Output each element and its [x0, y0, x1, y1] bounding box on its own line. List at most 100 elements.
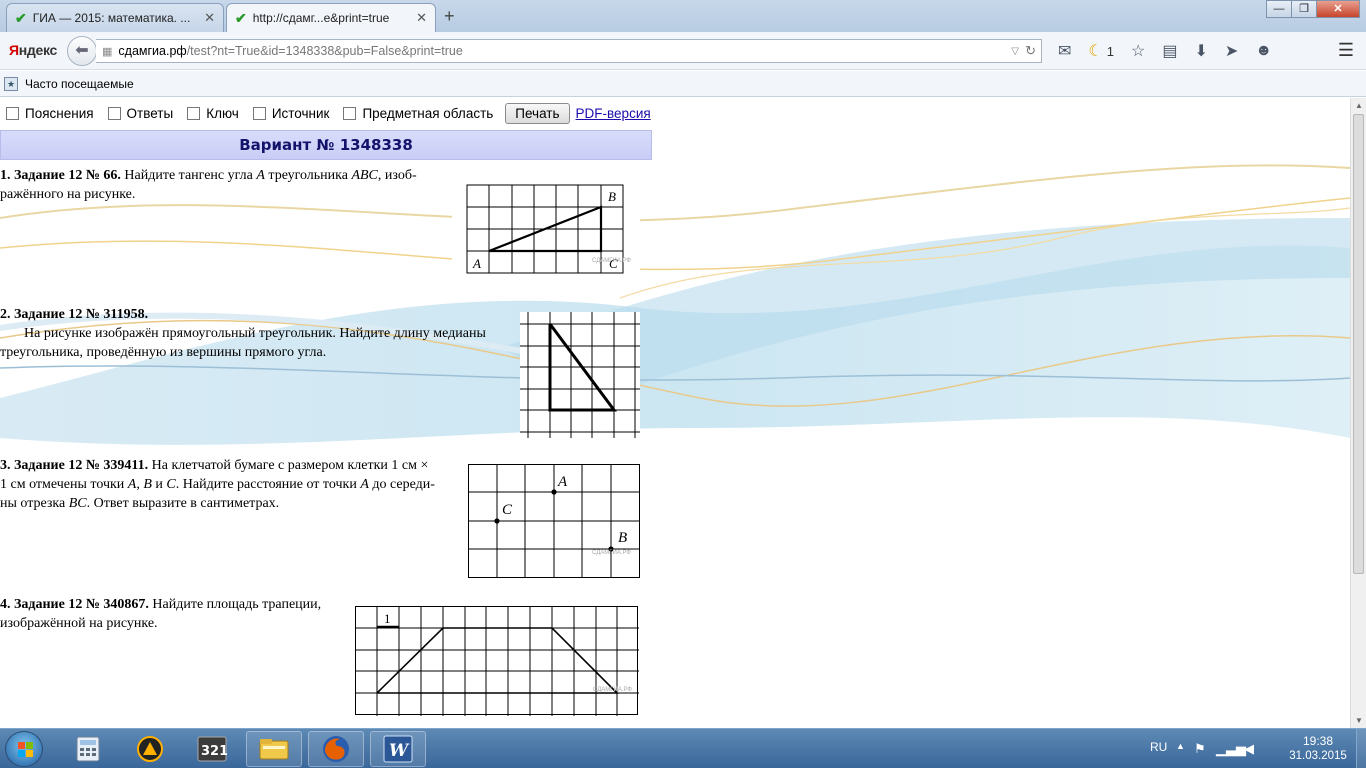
task-3-text: до середи- — [368, 477, 435, 492]
label-key: Ключ — [206, 106, 239, 121]
reload-icon[interactable]: ↻ — [1025, 43, 1036, 59]
tab-sdamgia-print[interactable]: ✔ http://сдамг...e&print=true ✕ — [226, 3, 436, 32]
check-icon: ✔ — [15, 9, 27, 26]
explorer-app-icon[interactable] — [246, 731, 302, 767]
minimize-button[interactable]: — — [1266, 0, 1292, 18]
address-bar[interactable]: ▦ сдамгиа.рф/test?nt=True&id=1348338&pub… — [96, 39, 1042, 63]
task-3-italic: B — [143, 477, 152, 492]
tab-bar: ✔ ГИА — 2015: математика. ... ✕ ✔ http:/… — [0, 0, 1366, 32]
tab-title: ГИА — 2015: математика. ... — [32, 11, 191, 25]
restore-button[interactable]: ❐ — [1291, 0, 1317, 18]
new-tab-button[interactable]: + — [444, 6, 455, 27]
task-2-text: На рисунке изображён прямоугольный треуг… — [24, 326, 486, 341]
bookmarks-list-icon[interactable]: ▤ — [1162, 41, 1177, 61]
menu-icon[interactable]: ☰ — [1338, 40, 1354, 61]
label-source: Источник — [271, 106, 330, 121]
vertex-label-a: A — [472, 256, 481, 271]
volume-icon[interactable]: ◀ — [1244, 741, 1254, 757]
task-4-figure: 1 СДАМГИА.РФ — [355, 606, 639, 716]
task-3-text: 1 см отмечены точки — [0, 477, 128, 492]
bookmark-folder-icon: ★ — [4, 76, 18, 91]
task-1-text: Найдите тангенс угла — [120, 168, 257, 183]
close-tab-icon[interactable]: ✕ — [204, 10, 215, 26]
svg-text:321: 321 — [201, 744, 227, 759]
start-button[interactable] — [5, 731, 43, 767]
label-explanations: Пояснения — [25, 106, 94, 121]
downloads-icon[interactable]: ⬇ — [1194, 41, 1207, 61]
vertical-scrollbar[interactable]: ▲ ▼ — [1350, 98, 1366, 728]
task-3-italic: C — [166, 477, 176, 492]
checkbox-subject-area[interactable] — [343, 107, 357, 120]
bookmark-most-visited[interactable]: Часто посещаемые — [25, 77, 134, 91]
url-domain: сдамгиа.рф — [118, 44, 187, 58]
yandex-logo[interactable]: Яндекс — [9, 42, 57, 58]
bookmarks-bar: ★ Часто посещаемые — [0, 71, 1366, 97]
watermark: СДАМГИА.РФ — [593, 687, 632, 693]
page-viewport: Пояснения Ответы Ключ Источник Предметна… — [0, 98, 1350, 728]
task-1-text: ражённого на рисунке. — [0, 187, 136, 202]
tab-gia-2015[interactable]: ✔ ГИА — 2015: математика. ... ✕ — [6, 3, 224, 32]
task-4-header: 4. Задание 12 № 340867. — [0, 597, 149, 612]
task-3-text: . Найдите расстояние от точки — [175, 477, 361, 492]
checkbox-answers[interactable] — [107, 107, 121, 120]
media-player-classic-icon[interactable]: 321 — [184, 731, 240, 767]
show-hidden-icons-icon[interactable]: ▲ — [1176, 741, 1185, 751]
clock-date[interactable]: 31.03.2015 — [1278, 750, 1358, 762]
task-3-text: и — [151, 477, 167, 492]
task-3-figure: A C B СДАМГИА.РФ — [468, 464, 640, 578]
task-3-header: 3. Задание 12 № 339411. — [0, 458, 149, 473]
vertex-label-b: B — [608, 189, 616, 204]
point-label-a: A — [557, 474, 568, 490]
show-desktop-button[interactable] — [1356, 729, 1366, 768]
language-indicator[interactable]: RU — [1150, 740, 1167, 754]
site-identity-icon[interactable]: ▦ — [102, 45, 112, 58]
smiley-icon[interactable]: ☻ — [1255, 42, 1272, 60]
task-1-text: треугольника — [264, 168, 352, 183]
task-3: 3. Задание 12 № 339411. На клетчатой бум… — [0, 456, 460, 513]
close-window-button[interactable]: ✕ — [1316, 0, 1360, 18]
watermark: СДАМГИА.РФ — [592, 550, 631, 556]
checkbox-explanations[interactable] — [6, 107, 19, 120]
task-1-text: , изоб- — [377, 168, 417, 183]
unit-label: 1 — [384, 611, 391, 626]
checkbox-key[interactable] — [187, 107, 201, 120]
network-signal-icon[interactable]: ▁▃▅ — [1216, 741, 1246, 757]
send-icon[interactable]: ➤ — [1225, 41, 1238, 61]
weather-moon-icon[interactable]: ☾ — [1088, 41, 1102, 61]
point-label-c: C — [502, 502, 513, 518]
pdf-version-link[interactable]: PDF-версия — [576, 106, 651, 121]
tab-title: http://сдамг...e&print=true — [252, 11, 390, 25]
scroll-thumb[interactable] — [1353, 114, 1364, 574]
close-tab-icon[interactable]: ✕ — [416, 10, 427, 26]
firefox-app-icon[interactable] — [308, 731, 364, 767]
windows-logo-icon — [18, 742, 33, 757]
task-1-header: 1. Задание 12 № 66. — [0, 168, 121, 183]
calculator-app-icon[interactable] — [60, 731, 116, 767]
clock-time[interactable]: 19:38 — [1278, 734, 1358, 748]
scroll-up-arrow-icon[interactable]: ▲ — [1351, 101, 1366, 110]
task-1: 1. Задание 12 № 66. Найдите тангенс угла… — [0, 166, 445, 204]
task-2-figure — [520, 312, 640, 438]
url-path: /test?nt=True&id=1348338&pub=False&print… — [186, 44, 463, 58]
checkbox-source[interactable] — [252, 107, 266, 120]
svg-text:W: W — [389, 741, 410, 761]
print-button[interactable]: Печать — [505, 103, 570, 124]
task-3-italic: BC — [68, 496, 87, 511]
word-app-icon[interactable]: W — [370, 731, 426, 767]
scroll-down-arrow-icon[interactable]: ▼ — [1351, 716, 1366, 725]
variant-title: Вариант № 1348338 — [0, 130, 652, 160]
flag-icon[interactable]: ⚑ — [1194, 741, 1206, 757]
check-icon: ✔ — [235, 9, 247, 26]
task-2: 2. Задание 12 № 311958. На рисунке изобр… — [0, 305, 515, 362]
history-dropdown-icon[interactable]: ▽ — [1011, 46, 1019, 57]
watermark: СДАМГИА.РФ — [592, 258, 631, 264]
task-3-text: . Ответ выразите в сантиметрах. — [86, 496, 280, 511]
task-1-italic-abc: ABC — [351, 168, 378, 183]
navigation-bar: Яндекс ⬅ ▦ сдамгиа.рф/test?nt=True&id=13… — [0, 32, 1366, 70]
mail-icon[interactable]: ✉ — [1058, 41, 1071, 61]
task-4-text: Найдите площадь трапеции, — [148, 597, 322, 612]
aimp-app-icon[interactable] — [122, 731, 178, 767]
task-2-text: треугольника, проведённую из вершины пря… — [0, 345, 327, 360]
bookmark-star-icon[interactable]: ☆ — [1131, 41, 1145, 61]
back-button[interactable]: ⬅ — [67, 36, 97, 66]
